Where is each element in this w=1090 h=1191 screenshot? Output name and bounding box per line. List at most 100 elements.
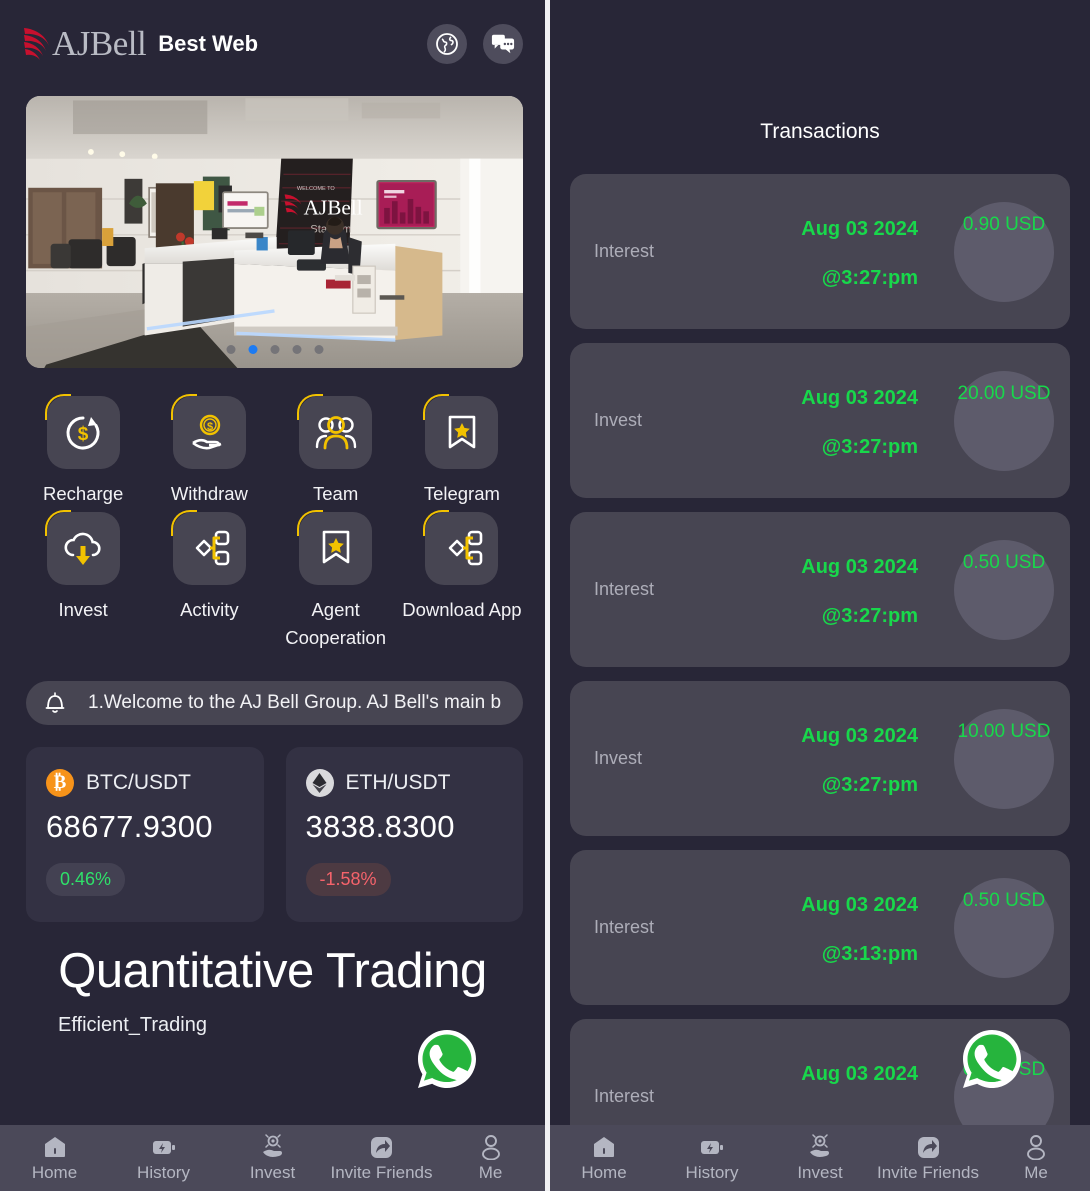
carousel-dot-3[interactable] <box>270 345 279 354</box>
support-chat-button[interactable] <box>483 24 523 64</box>
brand-logo: AJBell <box>22 24 147 64</box>
transaction-datetime: Aug 03 2024 @3:27:pm <box>801 725 918 797</box>
table-row[interactable]: Invest Aug 03 2024 @3:27:pm 10.00 USD <box>570 681 1070 836</box>
quick-action-agent-cooperation[interactable]: Agent Cooperation <box>273 509 399 652</box>
globe-icon <box>436 33 458 55</box>
quick-action-label: Telegram <box>423 483 500 504</box>
nav-label: Invest <box>249 1162 296 1182</box>
ticker-header: ₿ BTC/USDT <box>46 769 244 798</box>
transaction-date: Aug 03 2024 <box>801 218 918 240</box>
quick-action-grid: $ Recharge $ Withdraw Team Telegram Inve… <box>0 368 545 651</box>
ticker-card-eth[interactable]: ETH/USDT 3838.8300 -1.58% <box>285 747 523 923</box>
transaction-date: Aug 03 2024 <box>801 725 918 747</box>
nav-item-home[interactable]: Home <box>550 1134 658 1183</box>
nav-item-invite-friends[interactable]: Invite Friends <box>874 1134 982 1183</box>
whatsapp-button-left[interactable] <box>415 1027 479 1091</box>
nav-item-history[interactable]: History <box>658 1134 766 1183</box>
quick-action-telegram[interactable]: Telegram <box>399 394 525 508</box>
nav-label: Home <box>31 1162 78 1182</box>
eth-glyph-icon <box>312 773 327 794</box>
promo-carousel[interactable]: AJBell Stadium WELCOME TO <box>26 96 523 368</box>
quick-action-label: Download App <box>402 598 522 620</box>
transaction-amount-badge: 0.50 USD <box>954 540 1054 640</box>
quick-action-recharge[interactable]: $ Recharge <box>20 394 146 508</box>
bitcoin-icon: ₿ <box>46 769 74 798</box>
quick-action-team[interactable]: Team <box>273 394 399 508</box>
person-icon <box>1027 1134 1045 1160</box>
carousel-dot-2[interactable] <box>248 345 257 354</box>
dual-phone-stage: AJBell Best Web AJBell WELCOME TO Welcom… <box>0 0 1090 1191</box>
svg-text:AJBell: AJBell <box>304 196 363 220</box>
carousel-dot-4[interactable] <box>292 345 301 354</box>
whatsapp-button-right[interactable] <box>960 1027 1024 1091</box>
ticker-change-badge: 0.46% <box>46 863 126 897</box>
carousel-dot-1[interactable] <box>226 345 235 354</box>
battery-bolt-icon <box>701 1140 723 1154</box>
announcement-text: 1.Welcome to the AJ Bell Group. AJ Bell'… <box>88 692 502 714</box>
nav-item-home[interactable]: Home <box>0 1134 109 1183</box>
battery-bolt-icon <box>152 1140 175 1154</box>
quick-action-download-app[interactable]: Download App <box>399 509 525 652</box>
svg-text:$: $ <box>207 421 213 433</box>
language-button[interactable] <box>427 24 467 64</box>
carousel-dots[interactable] <box>226 345 323 354</box>
quick-action-tile: $ <box>44 394 120 469</box>
carousel-dot-5[interactable] <box>314 345 323 354</box>
ticker-card-btc[interactable]: ₿ BTC/USDT 68677.9300 0.46% <box>26 747 264 923</box>
cloud-download-icon <box>64 532 101 566</box>
market-ticker-row: ₿ BTC/USDT 68677.9300 0.46% ETH/USDT 383… <box>26 747 523 923</box>
table-row[interactable]: Interest Aug 03 2024 @3:27:pm 0.90 USD <box>570 174 1070 329</box>
hand-coin-icon <box>262 1133 282 1157</box>
svg-text:WELCOME TO: WELCOME TO <box>297 186 336 192</box>
nav-label: Me <box>478 1162 503 1182</box>
transaction-date: Aug 03 2024 <box>801 387 918 409</box>
nav-item-invest[interactable]: Invest <box>766 1133 874 1183</box>
nav-item-me[interactable]: Me <box>436 1134 545 1183</box>
quick-action-activity[interactable]: Activity <box>146 509 272 652</box>
table-row[interactable]: Invest Aug 03 2024 @3:27:pm 20.00 USD <box>570 343 1070 498</box>
transaction-type: Interest <box>594 241 655 261</box>
chat-icon <box>491 34 515 54</box>
transactions-list: Interest Aug 03 2024 @3:27:pm 0.90 USD I… <box>550 174 1090 1174</box>
transaction-amount-badge: 0.90 USD <box>954 202 1054 302</box>
transaction-time: @3:27:pm <box>821 267 918 289</box>
nav-item-history[interactable]: History <box>109 1134 218 1183</box>
announcement-banner[interactable]: 1.Welcome to the AJ Bell Group. AJ Bell'… <box>26 681 523 726</box>
quick-action-withdraw[interactable]: $ Withdraw <box>146 394 272 508</box>
table-row[interactable]: Interest Aug 03 2024 @3:27:pm 0.50 USD <box>570 512 1070 667</box>
table-row[interactable]: Interest Aug 03 2024 @3:13:pm 0.50 USD <box>570 850 1070 1005</box>
quick-action-label: Invest <box>58 598 108 620</box>
transaction-date: Aug 03 2024 <box>801 1063 918 1085</box>
transaction-date: Aug 03 2024 <box>801 556 918 578</box>
transaction-type: Invest <box>594 410 643 430</box>
bookmark-star-icon <box>322 530 349 564</box>
hero-title: Quantitative Trading <box>58 944 487 999</box>
share-nodes-icon <box>448 530 483 566</box>
quick-action-label: Agent Cooperation <box>285 598 387 648</box>
bottom-nav-left: Home History Invest Invite Friends Me <box>0 1125 545 1191</box>
quick-action-label: Activity <box>180 598 239 620</box>
quick-action-invest[interactable]: Invest <box>20 509 146 652</box>
transactions-title: Transactions <box>760 120 880 143</box>
nav-item-invite-friends[interactable]: Invite Friends <box>327 1134 436 1183</box>
ethereum-icon <box>305 769 334 798</box>
nav-item-me[interactable]: Me <box>982 1134 1090 1183</box>
nav-label: History <box>137 1162 190 1182</box>
home-screen-panel: AJBell Best Web AJBell WELCOME TO Welcom… <box>0 0 545 1191</box>
transaction-amount: 0.50 USD <box>962 890 1046 911</box>
quick-action-label: Withdraw <box>170 483 248 504</box>
quick-action-tile <box>170 509 246 585</box>
page-title: Best Web <box>158 31 259 56</box>
nav-label: Me <box>1024 1162 1048 1182</box>
app-header: AJBell Best Web <box>0 0 545 88</box>
nav-label: Home <box>581 1162 627 1182</box>
header-actions <box>427 24 523 64</box>
transaction-time: @3:27:pm <box>821 605 918 627</box>
share-nodes-icon <box>196 530 230 566</box>
home-icon <box>594 1136 614 1157</box>
transaction-type: Interest <box>594 917 655 937</box>
nav-item-invest[interactable]: Invest <box>218 1133 327 1183</box>
transaction-amount-badge: 10.00 USD <box>954 709 1054 809</box>
transaction-datetime: Aug 03 2024 @3:27:pm <box>801 556 918 628</box>
transaction-amount: 10.00 USD <box>957 721 1051 742</box>
